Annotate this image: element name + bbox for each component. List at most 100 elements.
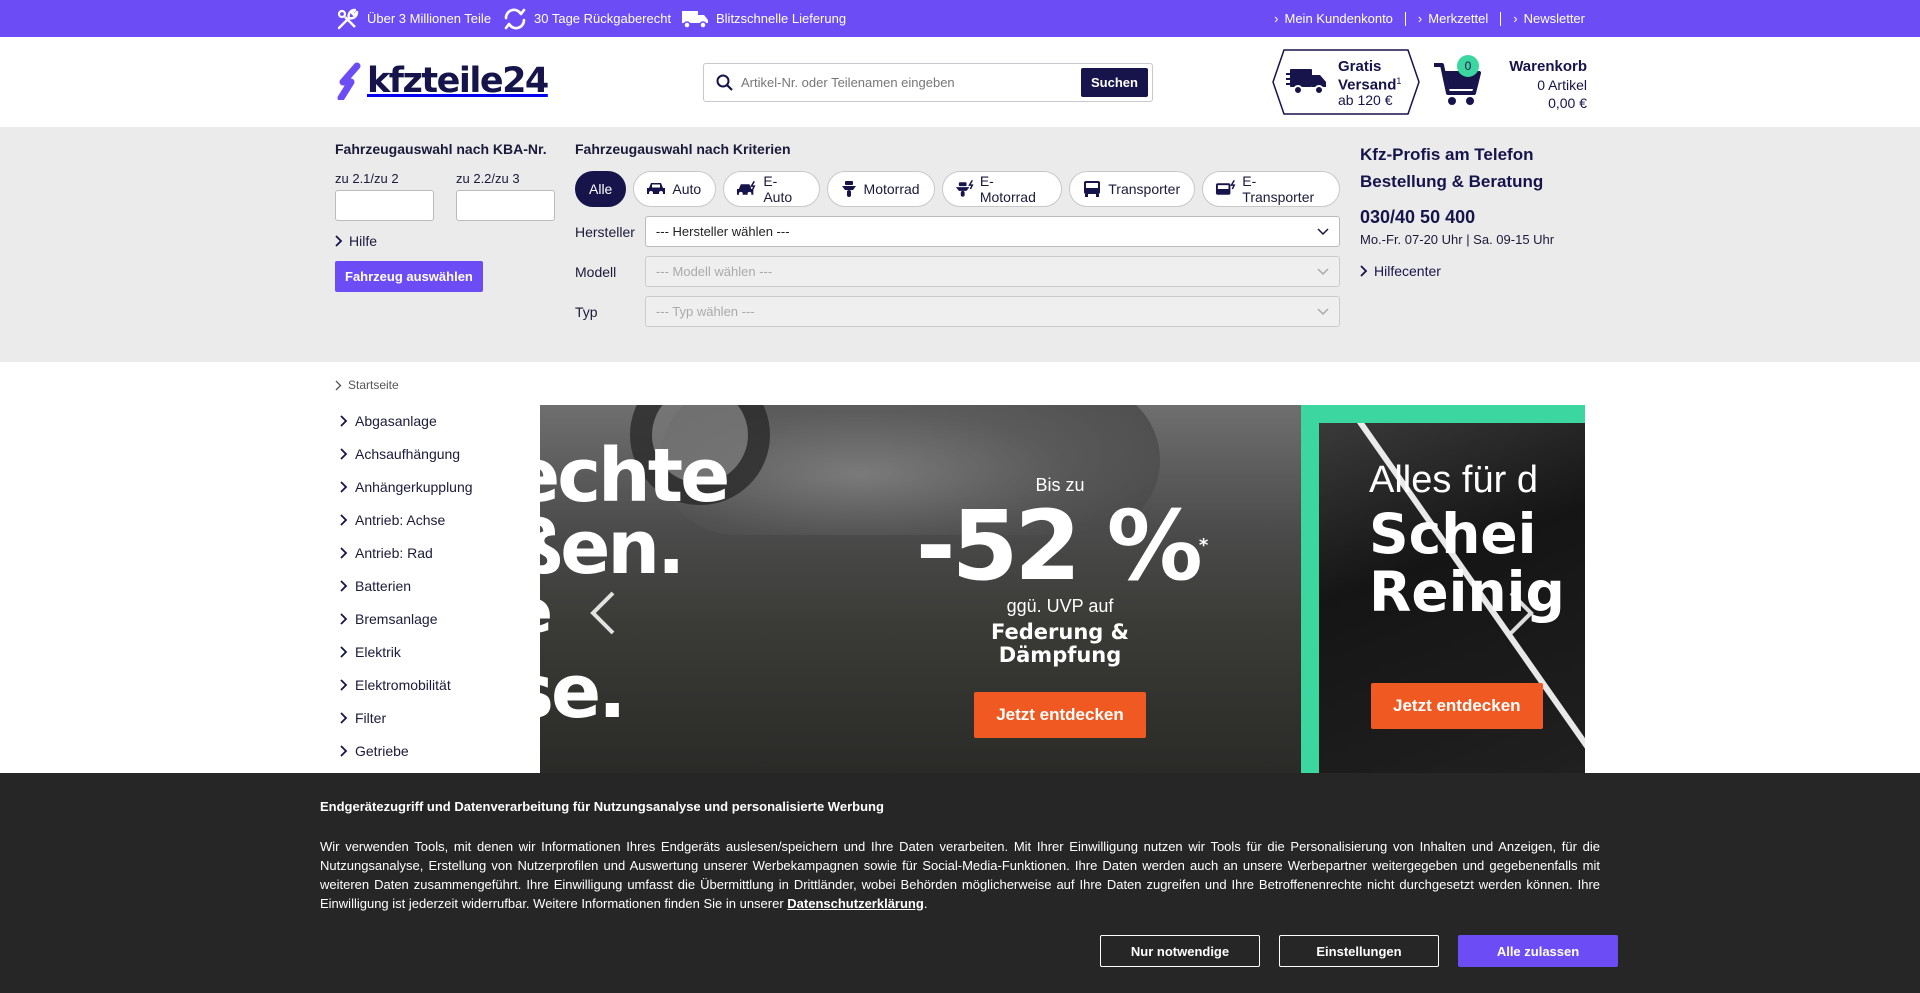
category-label: Getriebe	[355, 742, 409, 759]
category-label: Filter	[355, 709, 387, 726]
logo[interactable]: kfzteile24	[335, 61, 549, 101]
pill-transporter[interactable]: Transporter	[1069, 171, 1196, 207]
car-icon	[647, 183, 666, 195]
pill-car-label: Auto	[672, 181, 702, 197]
phone-title: Kfz-Profis am Telefon Bestellung & Berat…	[1360, 141, 1600, 195]
promo-slide-suspension[interactable]: echte ßen. e se. Bis zu -52 %* ggü. UVP …	[540, 405, 1301, 774]
kba-hsn-input[interactable]	[335, 190, 434, 221]
slide2-headline-line1: Alles für d	[1369, 459, 1538, 501]
link-newsletter[interactable]: › Newsletter	[1501, 10, 1585, 26]
choose-vehicle-button[interactable]: Fahrzeug auswählen	[335, 261, 483, 292]
pill-all[interactable]: Alle	[575, 171, 627, 207]
pill-e-car-label: E-Auto	[763, 173, 793, 205]
cart[interactable]: 0 Warenkorb 0 Artikel 0,00 €	[1432, 45, 1587, 115]
pill-all-label: Alle	[589, 181, 613, 197]
type-select[interactable]: --- Typ wählen ---	[644, 296, 1340, 327]
chevron-right-icon	[340, 414, 348, 427]
cookie-settings-button[interactable]: Einstellungen	[1279, 935, 1439, 967]
offer-category-line2: Dämpfung	[998, 643, 1122, 667]
category-item[interactable]: Abgasanlage	[340, 404, 473, 437]
cart-title: Warenkorb	[1509, 58, 1587, 75]
van-icon	[1084, 181, 1101, 197]
phone-hours: Mo.-Fr. 07-20 Uhr | Sa. 09-15 Uhr	[1360, 232, 1555, 247]
cookie-period: .	[923, 896, 928, 911]
manufacturer-select-value: --- Hersteller wählen ---	[655, 224, 790, 239]
privacy-policy-link[interactable]: Datenschutzerklärung	[787, 896, 924, 911]
category-item[interactable]: Achsaufhängung	[340, 437, 473, 470]
only-necessary-button[interactable]: Nur notwendige	[1100, 935, 1260, 967]
usp-delivery-text: Blitzschnelle Lieferung	[716, 11, 847, 26]
shipping-footnote: 1	[1396, 76, 1402, 86]
pill-transporter-label: Transporter	[1108, 181, 1181, 197]
category-item[interactable]: Elektrik	[340, 635, 473, 668]
discount-offer: Bis zu -52 %* ggü. UVP auf Federung & Dä…	[910, 475, 1210, 738]
category-item[interactable]: Batterien	[340, 569, 473, 602]
manufacturer-row: Hersteller --- Hersteller wählen ---	[575, 216, 1340, 247]
chevron-right-icon	[1360, 265, 1368, 277]
cookie-title: Endgerätezugriff und Datenverarbeitung f…	[320, 799, 884, 814]
chevron-right-icon: ›	[1274, 10, 1279, 26]
category-label: Elektromobilität	[355, 676, 451, 693]
chevron-down-icon	[1317, 307, 1329, 315]
return-arrows-icon	[504, 8, 526, 29]
offer-asterisk: *	[1198, 535, 1209, 556]
cookie-buttons: Nur notwendige Einstellungen Alle zulass…	[1100, 935, 1618, 967]
accept-all-button[interactable]: Alle zulassen	[1458, 935, 1618, 967]
e-van-icon	[1216, 180, 1236, 195]
e-car-icon	[737, 181, 756, 196]
chevron-down-icon	[1317, 227, 1329, 235]
category-label: Bremsanlage	[355, 610, 438, 627]
header: kfzteile24 Suchen Gratis Versand1 ab 120…	[0, 37, 1920, 127]
pill-e-motorcycle-label: E-Motorrad	[979, 173, 1036, 205]
cart-total: 0,00 €	[1548, 95, 1587, 111]
pill-car[interactable]: Auto	[633, 171, 717, 207]
manufacturer-select[interactable]: --- Hersteller wählen ---	[644, 216, 1340, 247]
category-item[interactable]: Getriebe	[340, 734, 473, 767]
carousel-prev-arrow-icon[interactable]	[585, 590, 619, 636]
phone-title-line1: Kfz-Profis am Telefon	[1360, 145, 1534, 164]
offer-percent: -52 %*	[910, 496, 1210, 596]
pill-e-transporter[interactable]: E-Transporter	[1202, 171, 1340, 207]
help-center-link[interactable]: Hilfecenter	[1360, 263, 1600, 279]
category-label: Abgasanlage	[355, 412, 437, 429]
cookie-text: Wir verwenden Tools, mit denen wir Infor…	[320, 837, 1600, 913]
chevron-right-icon	[340, 579, 348, 592]
kba-help-link[interactable]: Hilfe	[335, 233, 555, 249]
search-input[interactable]	[741, 75, 1081, 90]
category-label: Elektrik	[355, 643, 401, 660]
link-customer-account[interactable]: › Mein Kundenkonto	[1262, 10, 1406, 26]
carousel-next-arrow-icon[interactable]	[1505, 590, 1539, 636]
category-item[interactable]: Elektromobilität	[340, 668, 473, 701]
category-item[interactable]: Anhängerkupplung	[340, 470, 473, 503]
cart-count-badge: 0	[1457, 55, 1479, 77]
link-customer-account-label: Mein Kundenkonto	[1284, 10, 1393, 26]
vehicle-type-pills: Alle Auto E-Auto Motorrad E-Motorrad Tra…	[575, 171, 1340, 207]
category-item[interactable]: Filter	[340, 701, 473, 734]
search-button[interactable]: Suchen	[1081, 68, 1148, 97]
breadcrumb[interactable]: Startseite	[335, 378, 399, 392]
phone-number[interactable]: 030/40 50 400	[1360, 207, 1600, 228]
cart-items: 0 Artikel	[1537, 77, 1587, 93]
category-item[interactable]: Bremsanlage	[340, 602, 473, 635]
category-item[interactable]: Antrieb: Rad	[340, 536, 473, 569]
offer-category: Federung & Dämpfung	[910, 621, 1210, 667]
category-list: Abgasanlage Achsaufhängung Anhängerkuppl…	[340, 404, 473, 767]
pill-e-car[interactable]: E-Auto	[723, 171, 820, 207]
category-label: Anhängerkupplung	[355, 478, 473, 495]
discover-button-2[interactable]: Jetzt entdecken	[1371, 683, 1543, 729]
search-bar: Suchen	[703, 63, 1153, 102]
category-item[interactable]: Antrieb: Achse	[340, 503, 473, 536]
discover-button[interactable]: Jetzt entdecken	[974, 692, 1146, 738]
e-motorcycle-icon	[955, 180, 974, 197]
promo-slide-windshield[interactable]: Alles für d Schei Reinig Jetzt entdecken	[1301, 405, 1585, 774]
chevron-right-icon: ›	[1513, 10, 1518, 26]
shipping-line3: ab 120 €	[1338, 91, 1393, 108]
kba-field1-label: zu 2.1/zu 2	[335, 171, 399, 186]
kba-tsn-input[interactable]	[456, 190, 555, 221]
usp-delivery: Blitzschnelle Lieferung	[680, 0, 846, 37]
model-select[interactable]: --- Modell wählen ---	[644, 256, 1340, 287]
link-wishlist[interactable]: › Merkzettel	[1406, 11, 1502, 26]
pill-e-motorcycle[interactable]: E-Motorrad	[941, 171, 1063, 207]
chevron-right-icon	[340, 711, 348, 724]
pill-motorcycle[interactable]: Motorrad	[826, 171, 935, 207]
